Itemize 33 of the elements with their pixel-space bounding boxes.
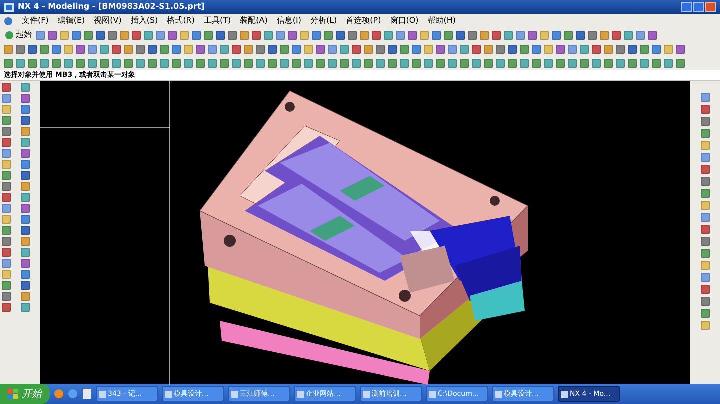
menu-item[interactable]: 插入(S) [130,17,158,25]
menu-item[interactable]: 窗口(O) [390,17,419,25]
menu-item[interactable]: 首选项(P) [346,17,382,25]
start-button[interactable]: 起始 [4,30,33,40]
menu-item[interactable]: 视图(V) [94,17,122,25]
minimize-button[interactable] [681,2,692,12]
window-icon [99,390,106,398]
graphics-canvas[interactable] [40,81,690,384]
browser-icon[interactable] [54,389,64,399]
menu-item[interactable]: 编辑(E) [58,17,86,25]
menu-item[interactable]: 工具(T) [204,17,232,25]
menu-item[interactable]: 信息(I) [276,17,302,25]
window-icon [165,390,172,398]
window-icon [561,390,568,398]
globe-icon[interactable] [68,389,78,399]
close-button[interactable] [705,2,716,12]
menu-item[interactable]: 帮助(H) [428,17,456,25]
globe-icon [5,30,14,40]
windows-logo-icon [8,389,18,399]
document-icon[interactable] [82,389,92,399]
app-menu-icon[interactable] [4,16,13,26]
menu-item[interactable]: 格式(R) [167,17,195,25]
restore-button[interactable] [693,2,704,12]
window-icon [429,390,436,398]
window-icon [363,390,370,398]
app-logo-icon [4,2,14,12]
menu-item[interactable]: 分析(L) [310,17,338,25]
menu-item[interactable]: 装配(A) [240,17,268,25]
window-icon [495,390,502,398]
window-icon [231,390,238,398]
window-icon [297,390,304,398]
window-title: NX 4 - Modeling - [BM0983A02-S1.05.prt] [18,3,205,11]
menu-item[interactable]: 文件(F) [22,17,49,25]
